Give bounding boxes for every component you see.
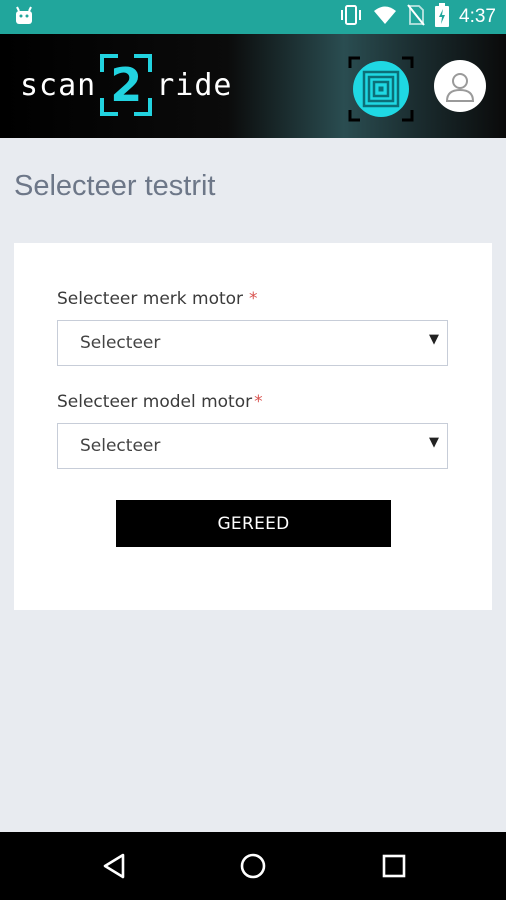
android-icon (14, 6, 34, 30)
model-select-value: Selecteer (80, 436, 161, 456)
wifi-icon (373, 5, 397, 29)
form-card: Selecteer merk motor * Selecteer ▼ Select… (14, 243, 492, 610)
brand-select[interactable]: Selecteer ▼ (57, 320, 448, 366)
required-marker: * (254, 392, 263, 412)
brand-select-value: Selecteer (80, 333, 161, 353)
brand-label-text: Selecteer merk motor (57, 289, 244, 309)
model-label-text: Selecteer model motor (57, 392, 253, 412)
qr-scan-icon[interactable] (348, 56, 414, 122)
battery-charging-icon (435, 3, 450, 31)
status-time: 4:37 (459, 6, 496, 27)
navigation-bar (0, 832, 506, 900)
recents-icon[interactable] (376, 848, 412, 884)
required-marker: * (249, 289, 258, 309)
logo-bracket-box: 2 (98, 54, 154, 116)
user-avatar-icon[interactable] (434, 60, 486, 112)
done-button[interactable]: GEREED (116, 500, 391, 547)
scan2ride-logo: scan 2 ride (20, 54, 233, 116)
app-header: scan 2 ride (0, 34, 506, 138)
page-title: Selecteer testrit (14, 170, 216, 202)
status-bar: 4:37 (0, 0, 506, 34)
back-icon[interactable] (96, 848, 132, 884)
no-sim-icon (407, 4, 425, 30)
dropdown-arrow-icon: ▼ (429, 435, 439, 450)
logo-text-ride: ride (156, 67, 233, 103)
vibrate-icon (339, 4, 363, 30)
model-field-label: Selecteer model motor * (57, 392, 263, 412)
brand-field-label: Selecteer merk motor * (57, 289, 258, 309)
home-icon[interactable] (235, 848, 271, 884)
dropdown-arrow-icon: ▼ (429, 332, 439, 347)
logo-text-scan: scan (20, 67, 97, 103)
model-select[interactable]: Selecteer ▼ (57, 423, 448, 469)
